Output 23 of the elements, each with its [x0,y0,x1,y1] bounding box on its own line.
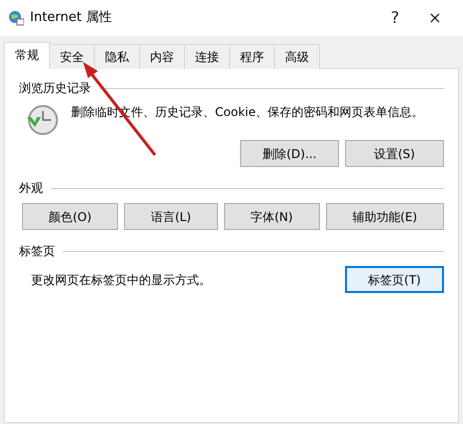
clock-icon [25,103,59,137]
tab[interactable]: 隐私 [94,44,140,69]
button[interactable]: 字体(N) [224,203,320,230]
tab[interactable]: 内容 [139,44,185,69]
button[interactable]: 设置(S) [345,140,444,167]
tab[interactable]: 程序 [229,44,275,69]
button[interactable]: 标签页(T) [345,266,444,293]
tab[interactable]: 常规 [4,42,50,69]
tab[interactable]: 高级 [274,44,320,69]
button[interactable]: 颜色(O) [22,203,118,230]
section-heading: 浏览历史记录 [19,80,91,97]
globe-icon [8,10,24,26]
window-title: Internet 属性 [30,9,112,28]
tab[interactable]: 连接 [184,44,230,69]
button[interactable]: 删除(D)... [240,140,339,167]
close-button[interactable]: × [415,5,455,31]
button[interactable]: 语言(L) [124,203,218,230]
section-heading: 标签页 [19,243,55,260]
section-heading: 外观 [19,180,43,197]
description: 更改网页在标签页中的显示方式。 [31,272,211,288]
tab[interactable]: 安全 [49,44,95,69]
button[interactable]: 辅助功能(E) [326,203,444,230]
help-button[interactable]: ? [375,5,415,31]
